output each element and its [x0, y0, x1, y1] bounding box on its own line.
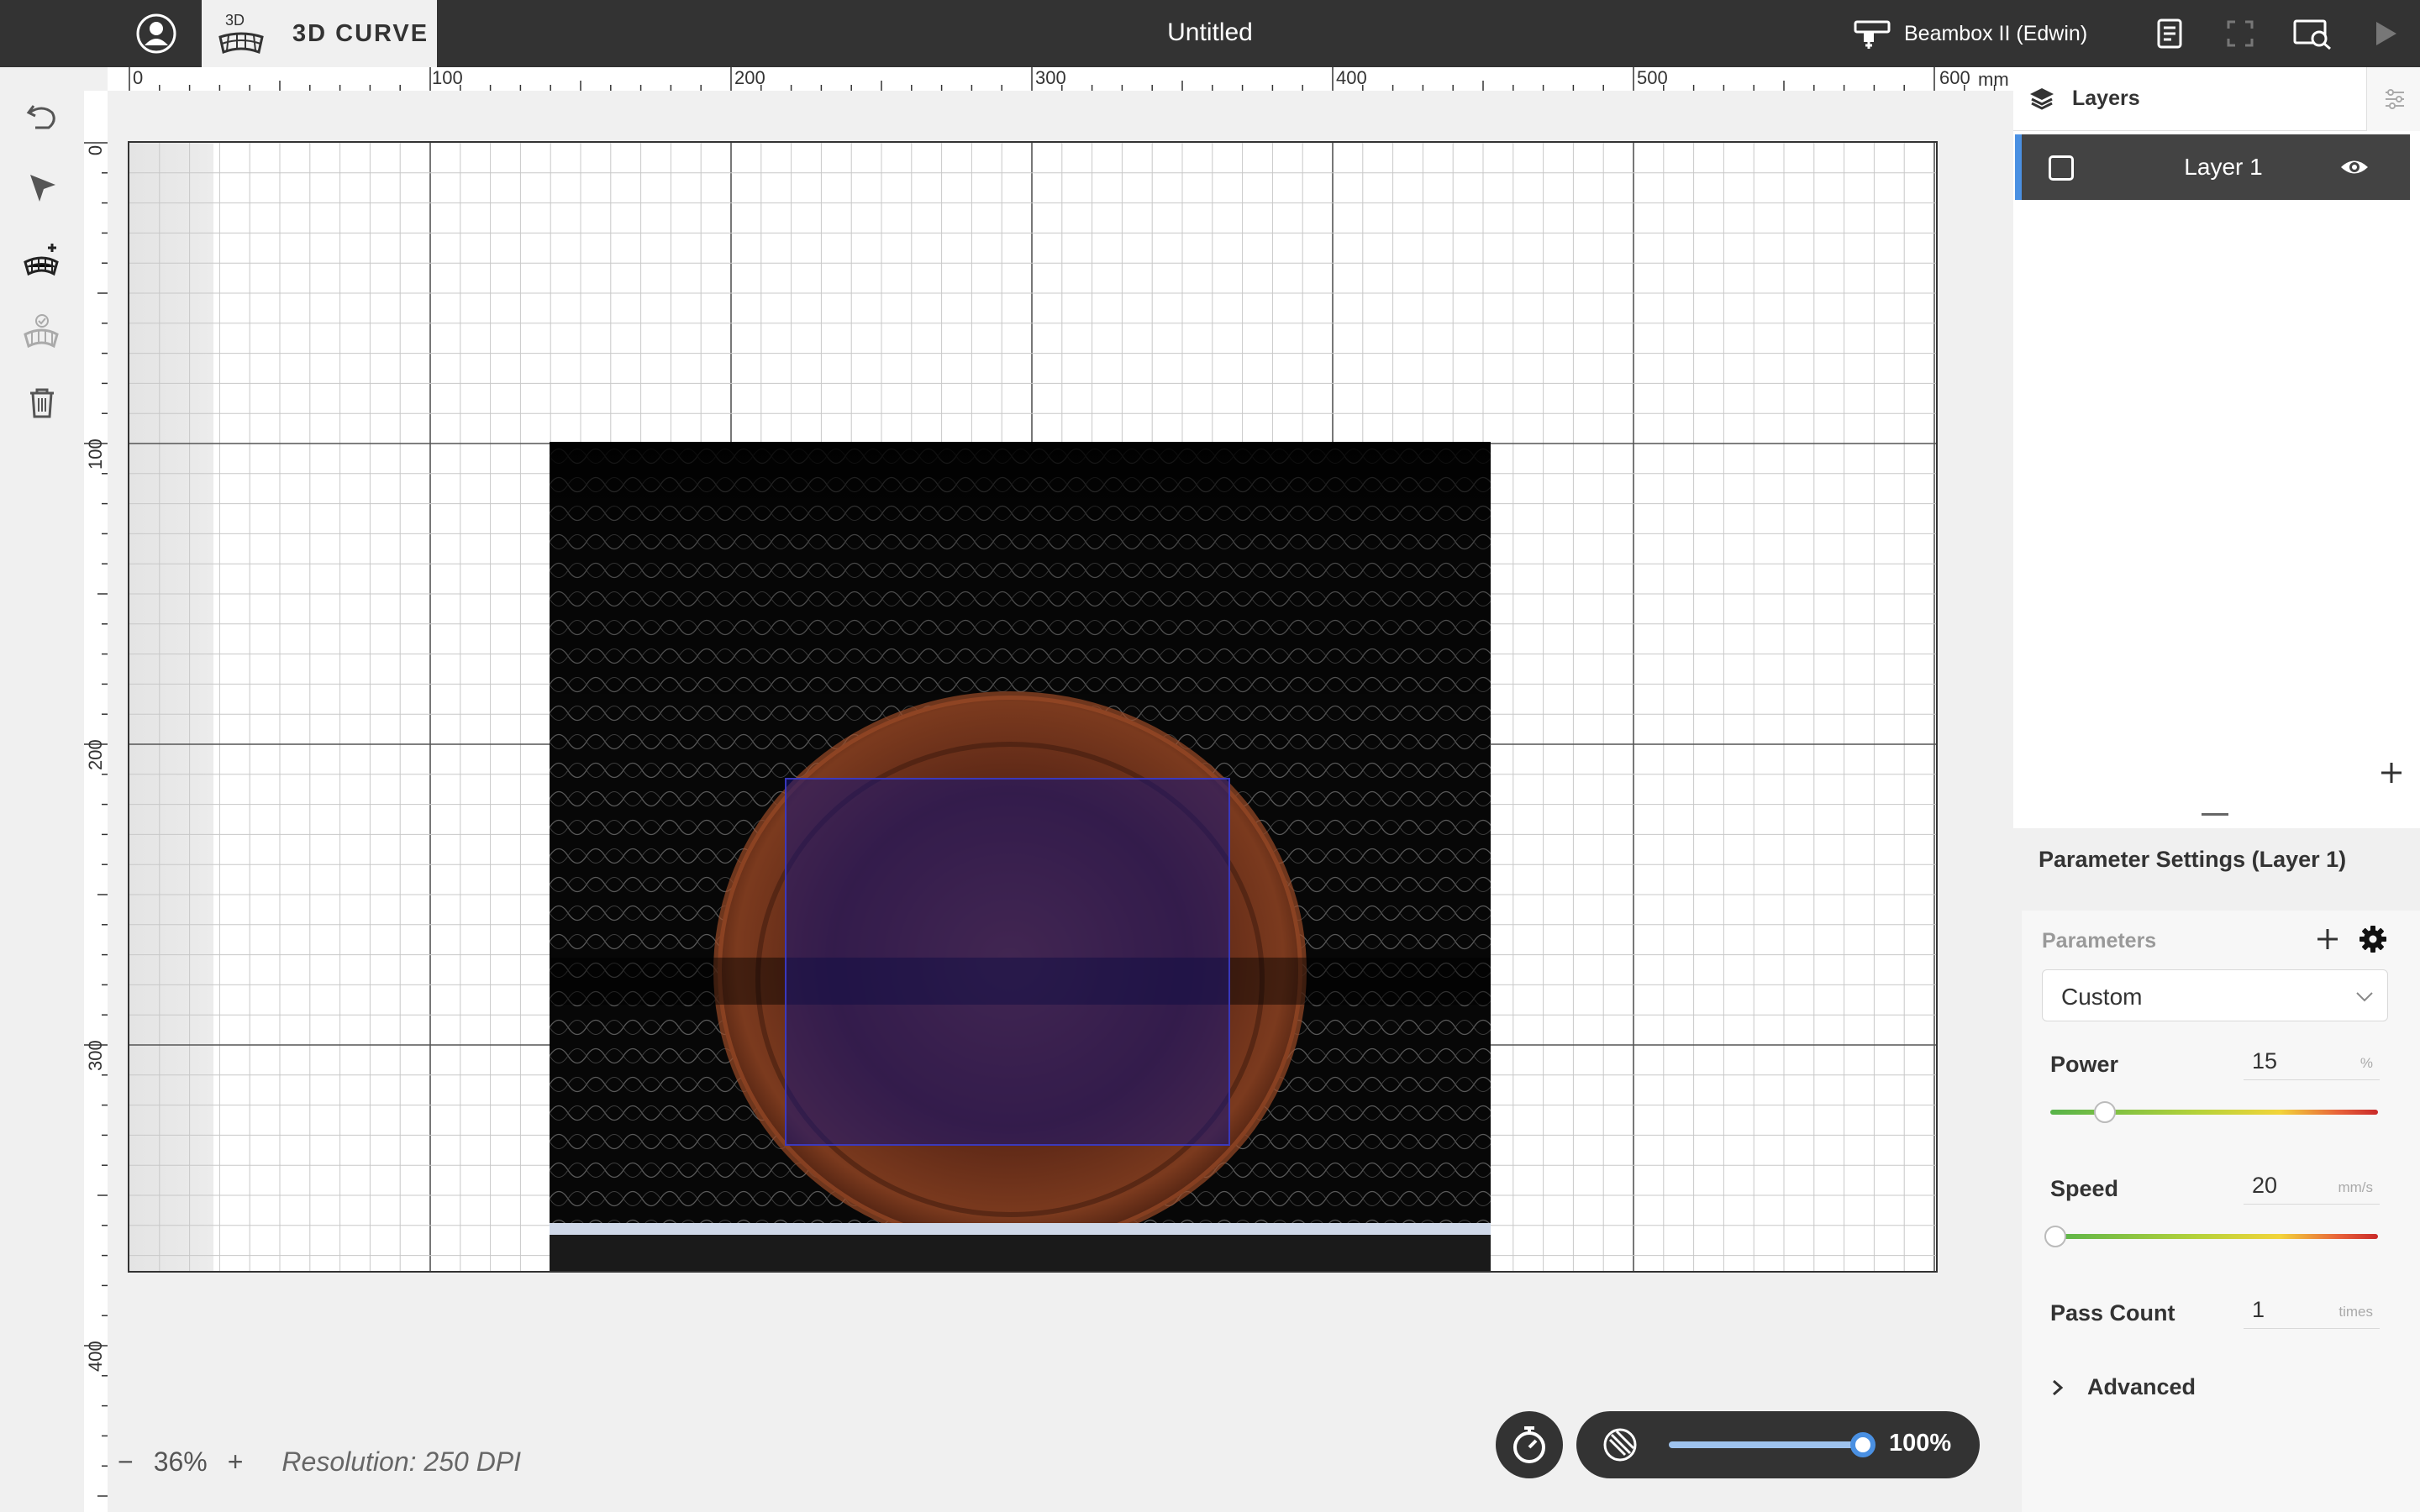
- preset-value: Custom: [2061, 984, 2143, 1010]
- chevron-down-icon: [2356, 992, 2373, 1002]
- speed-label: Speed: [2050, 1176, 2119, 1201]
- resolution-label: Resolution: 250 DPI: [281, 1446, 522, 1477]
- work-area[interactable]: [128, 141, 1938, 1273]
- speed-unit: mm/s: [2338, 1179, 2373, 1195]
- ruler-label: 0: [133, 67, 144, 88]
- add-layer-icon[interactable]: [2375, 756, 2408, 790]
- power-label: Power: [2050, 1052, 2119, 1077]
- ruler-label: 0: [85, 144, 106, 156]
- zoom-level: 36%: [153, 1446, 208, 1477]
- ruler-label: 500: [1637, 67, 1668, 88]
- ruler-label: 400: [1336, 67, 1367, 88]
- 3d-curve-icon: 3D: [217, 12, 266, 57]
- power-value: 15: [2252, 1048, 2278, 1074]
- preview-image-icon: [1603, 1428, 1637, 1462]
- document-title: Untitled: [1167, 18, 1253, 46]
- layers-icon: [2030, 88, 2054, 110]
- time-estimate-button[interactable]: [1496, 1411, 1563, 1478]
- ruler-label: 600: [1939, 67, 1970, 88]
- right-panel: Layers Layer 1 Parameter Settings (Layer…: [2013, 67, 2420, 1512]
- ruler-label: 200: [734, 67, 765, 88]
- speed-slider-track[interactable]: [2050, 1234, 2378, 1239]
- user-avatar-icon[interactable]: [134, 12, 178, 55]
- ruler-label: 100: [432, 67, 463, 88]
- chevron-right-icon: [2053, 1379, 2064, 1395]
- pass-count-value: 1: [2252, 1297, 2265, 1322]
- layer-select-checkbox[interactable]: [2049, 155, 2074, 181]
- layer-row[interactable]: Layer 1: [2015, 134, 2410, 200]
- eye-visibility-icon[interactable]: [2338, 153, 2371, 181]
- horizontal-ruler: 0 100 200 300 400 500 600 mm: [106, 67, 2013, 91]
- layers-tab[interactable]: Layers: [2028, 86, 2140, 111]
- parameter-box: Parameters Custom Power 15 % Speed 20 mm…: [2022, 911, 2420, 1512]
- machine-name: Beambox II (Edwin): [1904, 21, 2088, 45]
- select-cursor-icon[interactable]: [24, 170, 60, 207]
- ruler-label: 300: [85, 1040, 106, 1071]
- parameter-settings-title: Parameter Settings (Layer 1): [2039, 847, 2347, 872]
- layer-settings-icon[interactable]: [2366, 67, 2420, 131]
- ruler-label: 100: [85, 438, 106, 470]
- power-unit: %: [2360, 1055, 2373, 1071]
- speed-slider-thumb[interactable]: [2044, 1226, 2066, 1247]
- power-input[interactable]: 15 %: [2244, 1043, 2380, 1080]
- opacity-value: 100%: [1889, 1430, 1952, 1457]
- apply-curve-icon: [24, 312, 60, 349]
- svg-text:3D: 3D: [225, 12, 245, 29]
- add-curve-measure-icon[interactable]: [24, 240, 60, 277]
- gear-icon[interactable]: [2358, 924, 2388, 954]
- start-play-icon[interactable]: [2368, 17, 2402, 50]
- add-preset-icon[interactable]: [2312, 924, 2343, 954]
- speed-value: 20: [2252, 1173, 2278, 1198]
- trash-icon[interactable]: [24, 385, 60, 422]
- machine-selector[interactable]: Beambox II (Edwin): [1854, 15, 2087, 52]
- parameter-settings-panel: Parameter Settings (Layer 1) Parameters: [2013, 828, 2420, 1512]
- pass-count-label: Pass Count: [2050, 1300, 2175, 1326]
- left-toolbar: [0, 67, 84, 1512]
- preset-dropdown[interactable]: Custom: [2042, 969, 2388, 1021]
- machine-search-icon[interactable]: [2292, 17, 2333, 50]
- canvas-workspace[interactable]: − 36% + Resolution: 250 DPI 100%: [108, 91, 2013, 1512]
- ruler-label: 200: [85, 739, 106, 770]
- zoom-out-button[interactable]: −: [118, 1446, 134, 1478]
- preview-opacity-control: 100%: [1576, 1411, 1980, 1478]
- advanced-toggle[interactable]: Advanced: [2050, 1374, 2196, 1400]
- opacity-slider-track[interactable]: [1669, 1441, 1862, 1448]
- ruler-label: 400: [85, 1341, 106, 1372]
- document-settings-icon[interactable]: [2153, 17, 2186, 50]
- parameters-label: Parameters: [2042, 929, 2157, 953]
- selection-rectangle[interactable]: [785, 778, 1230, 1146]
- machine-icon: [1854, 20, 1891, 49]
- zoom-control: − 36% + Resolution: 250 DPI: [118, 1443, 521, 1480]
- advanced-label: Advanced: [2087, 1374, 2196, 1399]
- zoom-in-button[interactable]: +: [228, 1446, 244, 1478]
- vertical-ruler: 0 100 200 300 400: [84, 67, 108, 1512]
- pass-count-input[interactable]: 1 times: [2244, 1292, 2380, 1329]
- layer-name[interactable]: Layer 1: [2131, 154, 2316, 181]
- top-bar: 3D 3D CURVE Untitled Beambox II (Edwin): [0, 0, 2420, 67]
- ruler-unit: mm: [1978, 69, 2009, 90]
- ruler-label: 300: [1035, 67, 1066, 88]
- ruler-corner: [84, 67, 108, 91]
- mode-label: 3D CURVE: [292, 20, 429, 47]
- pass-count-unit: times: [2338, 1304, 2373, 1320]
- opacity-slider-thumb[interactable]: [1850, 1432, 1876, 1457]
- undo-icon[interactable]: [24, 97, 60, 134]
- power-slider-thumb[interactable]: [2093, 1101, 2116, 1123]
- panel-resize-handle[interactable]: [2202, 813, 2228, 816]
- speed-input[interactable]: 20 mm/s: [2244, 1168, 2380, 1205]
- layers-header: Layers: [2013, 67, 2420, 131]
- layers-tab-label: Layers: [2072, 86, 2140, 110]
- frame-icon[interactable]: [2223, 17, 2257, 50]
- stopwatch-icon: [1513, 1426, 1545, 1463]
- mode-tab-3d-curve[interactable]: 3D 3D CURVE: [202, 0, 437, 67]
